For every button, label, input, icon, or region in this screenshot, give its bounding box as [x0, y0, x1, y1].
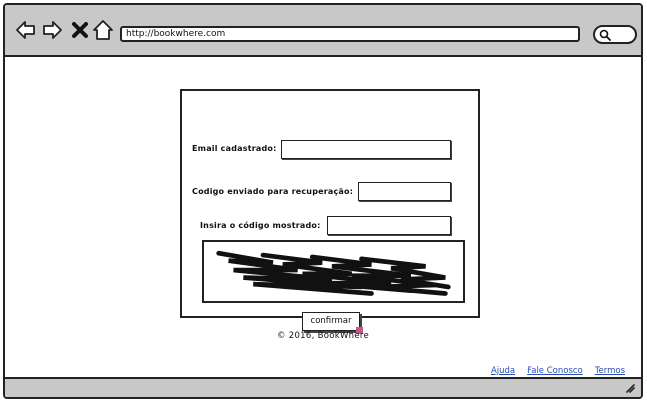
- footer-links: Ajuda Fale Conosco Termos: [491, 366, 625, 376]
- code-label: Codigo enviado para recuperação:: [192, 187, 354, 196]
- home-icon[interactable]: [92, 19, 114, 41]
- back-arrow-icon[interactable]: [15, 19, 37, 41]
- page-content: Email cadastrado: Codigo enviado para re…: [5, 59, 641, 381]
- confirm-button-label: confirmar: [310, 316, 352, 326]
- footer-link-help[interactable]: Ajuda: [491, 366, 515, 376]
- email-label: Email cadastrado:: [192, 144, 277, 153]
- search-icon: [599, 29, 611, 41]
- captcha-label: Insira o código mostrado:: [200, 221, 321, 230]
- email-field[interactable]: [281, 140, 451, 159]
- captcha-input[interactable]: [327, 216, 451, 235]
- recovery-form-panel: Email cadastrado: Codigo enviado para re…: [180, 89, 480, 334]
- address-bar[interactable]: http://bookwhere.com: [120, 26, 580, 42]
- close-icon[interactable]: [69, 19, 91, 41]
- status-bar: [5, 377, 641, 397]
- resize-grip-icon[interactable]: [625, 383, 635, 393]
- confirm-button[interactable]: confirmar: [302, 312, 363, 334]
- forward-arrow-icon[interactable]: [41, 19, 63, 41]
- code-field[interactable]: [358, 182, 451, 201]
- captcha-image: [202, 240, 465, 303]
- footer-link-contact[interactable]: Fale Conosco: [527, 366, 583, 376]
- browser-window: http://bookwhere.com Email cadastrado: C…: [3, 3, 643, 399]
- copyright-text: © 2016, BookWhere: [276, 331, 370, 341]
- footer-link-terms[interactable]: Termos: [595, 366, 625, 376]
- search-button[interactable]: [593, 25, 637, 44]
- browser-toolbar: http://bookwhere.com: [5, 5, 641, 57]
